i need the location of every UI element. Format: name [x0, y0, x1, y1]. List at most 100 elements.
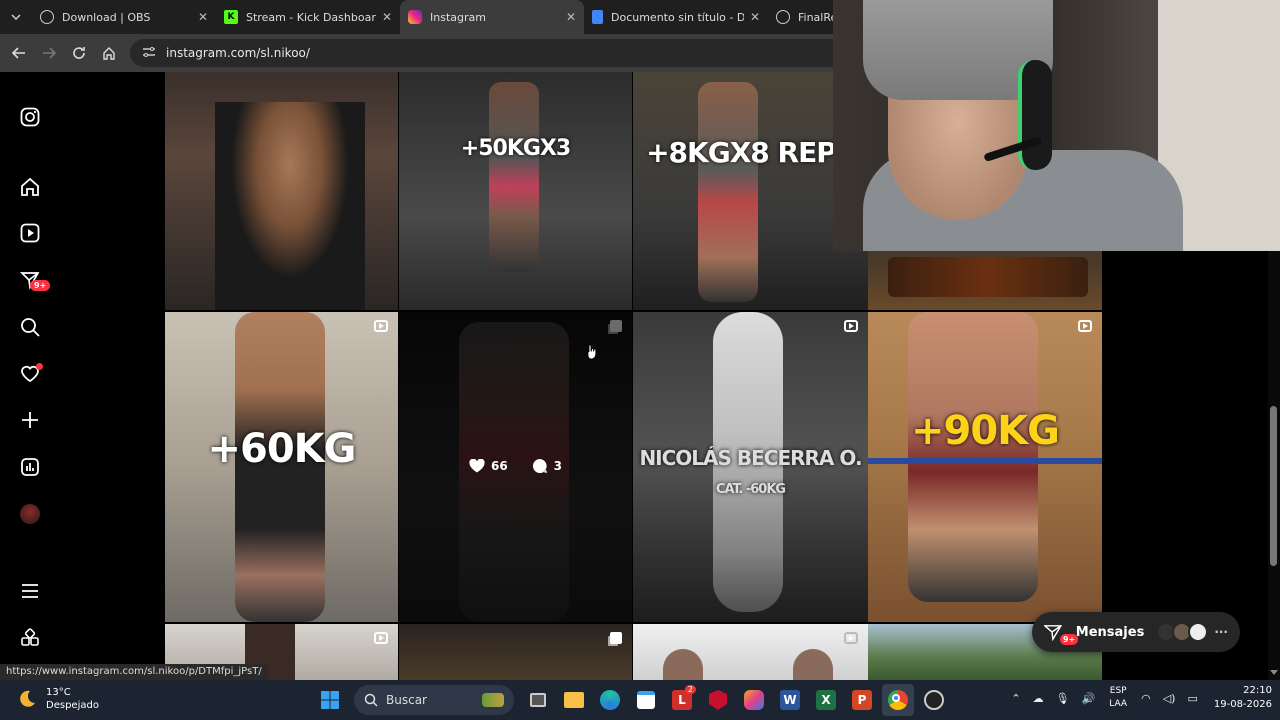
scrollbar-thumb[interactable] [1270, 406, 1277, 566]
reel-icon [844, 320, 858, 332]
task-view-icon[interactable] [522, 684, 554, 716]
post-tile[interactable] [633, 624, 868, 680]
pullup-bar [868, 458, 1102, 464]
arrow-right-icon [43, 47, 56, 59]
create-icon[interactable] [18, 408, 42, 432]
post-tile[interactable]: NICOLÁS BECERRA O. CAT. -60KG [633, 312, 868, 622]
address-bar[interactable]: instagram.com/sl.nikoo/ [130, 39, 950, 67]
instagram-logo-icon[interactable] [18, 105, 42, 129]
tab-docs[interactable]: Documento sin título - Docu ✕ [584, 0, 768, 34]
post-photo [215, 102, 365, 310]
threads-icon[interactable] [18, 626, 42, 650]
obs-icon[interactable] [918, 684, 950, 716]
tab-instagram[interactable]: Instagram ✕ [400, 0, 584, 34]
close-icon[interactable]: ✕ [198, 10, 208, 24]
post-overlay-subtext: CAT. -60KG [715, 482, 786, 497]
messages-pill-label: Mensajes [1075, 624, 1145, 640]
clock-time: 22:10 [1243, 685, 1272, 696]
site-info-icon[interactable] [142, 46, 156, 61]
tab-search-button[interactable] [0, 0, 32, 34]
profile-avatar-icon[interactable] [18, 502, 42, 526]
post-overlay-text: +90KG [910, 408, 1060, 454]
conversation-avatars [1156, 622, 1209, 642]
taskbar-apps: Buscar L 2 W X P [312, 684, 952, 716]
copilot-icon[interactable] [738, 684, 770, 716]
taskbar-search[interactable]: Buscar [354, 685, 514, 715]
powerpoint-icon[interactable]: P [846, 684, 878, 716]
windows-logo-icon [321, 691, 339, 709]
reload-button[interactable] [64, 38, 94, 68]
webcam-headset [1018, 60, 1052, 170]
post-tile[interactable] [399, 624, 632, 680]
reel-icon [844, 632, 858, 644]
close-icon[interactable]: ✕ [750, 10, 760, 24]
scroll-down-arrow-icon[interactable] [1270, 670, 1278, 675]
docs-favicon-icon [592, 10, 603, 24]
finalrep-favicon-icon [776, 10, 790, 24]
excel-icon[interactable]: X [810, 684, 842, 716]
system-tray: ⌃ ☁ 🎙 🔊 ESP LAA ◠ ◁) ▭ 22:10 19-08-2026 [1005, 684, 1272, 712]
volume-icon[interactable]: 🔊 [1082, 692, 1096, 705]
instagram-sidebar: 9+ [0, 72, 60, 680]
clock[interactable]: 22:10 19-08-2026 [1214, 684, 1272, 712]
home-button[interactable] [94, 38, 124, 68]
post-overlay-text: +50KGX3 [460, 136, 571, 161]
edge-icon[interactable] [594, 684, 626, 716]
chrome-icon[interactable] [882, 684, 914, 716]
onedrive-icon[interactable]: ☁ [1033, 692, 1044, 705]
forward-button[interactable] [34, 38, 64, 68]
language-indicator[interactable]: ESP LAA [1109, 685, 1127, 711]
webcam-overlay [833, 0, 1280, 251]
post-tile[interactable]: +60KG [165, 312, 398, 622]
microphone-icon[interactable]: 🎙 [1056, 692, 1070, 705]
clock-date: 19-08-2026 [1213, 699, 1272, 710]
mcafee-icon[interactable] [702, 684, 734, 716]
post-photo [908, 312, 1038, 602]
post-tile[interactable] [165, 72, 398, 310]
screen: Download | OBS ✕ K Stream - Kick Dashboa… [0, 0, 1280, 720]
word-icon[interactable]: W [774, 684, 806, 716]
battery-icon[interactable]: ▭ [1187, 692, 1197, 705]
post-tile[interactable]: +90KG [868, 312, 1102, 622]
more-menu-icon[interactable] [18, 579, 42, 603]
tab-label: Documento sin título - Docu [611, 10, 744, 24]
wifi-icon[interactable]: ◠ [1141, 692, 1151, 705]
post-tile[interactable]: +50KGX3 [399, 72, 632, 310]
tab-label: Instagram [430, 10, 486, 24]
dashboard-icon[interactable] [18, 455, 42, 479]
avatar [1188, 622, 1209, 642]
tab-kick[interactable]: K Stream - Kick Dashboard ✕ [216, 0, 400, 34]
comments-count: 3 [532, 458, 562, 474]
post-photo [793, 649, 833, 680]
windows-taskbar: 13°C Despejado Buscar L 2 W X P ⌃ ☁ 🎙 🔊 … [0, 680, 1280, 720]
file-explorer-icon[interactable] [558, 684, 590, 716]
post-stats: 66 3 [399, 458, 632, 474]
weather-widget[interactable]: 13°C Despejado [16, 686, 99, 712]
tab-obs[interactable]: Download | OBS ✕ [32, 0, 216, 34]
speaker-icon[interactable]: ◁) [1163, 692, 1176, 705]
heart-icon [469, 459, 485, 473]
store-icon[interactable] [630, 684, 662, 716]
chevron-up-icon[interactable]: ⌃ [1011, 692, 1020, 705]
search-highlight-icon [482, 693, 504, 707]
close-icon[interactable]: ✕ [382, 10, 392, 24]
mail-app-icon[interactable]: L 2 [666, 684, 698, 716]
reel-icon [374, 632, 388, 644]
chevron-down-icon [11, 14, 21, 20]
home-icon[interactable] [18, 175, 42, 199]
mouse-cursor-icon [587, 344, 597, 360]
search-icon[interactable] [18, 315, 42, 339]
instagram-favicon-icon [408, 10, 422, 24]
start-button[interactable] [314, 684, 346, 716]
reels-icon[interactable] [18, 221, 42, 245]
close-icon[interactable]: ✕ [566, 10, 576, 24]
post-overlay-text: +60KG [207, 426, 356, 472]
messages-pill-button[interactable]: 9+ Mensajes ··· [1032, 612, 1240, 652]
weather-temp: 13°C [46, 687, 71, 698]
mail-badge: 2 [684, 685, 696, 694]
post-tile-hovered[interactable]: 66 3 [399, 312, 632, 622]
carousel-icon [610, 632, 622, 644]
more-dots-icon: ··· [1214, 625, 1228, 639]
back-button[interactable] [4, 38, 34, 68]
search-placeholder: Buscar [386, 693, 427, 707]
